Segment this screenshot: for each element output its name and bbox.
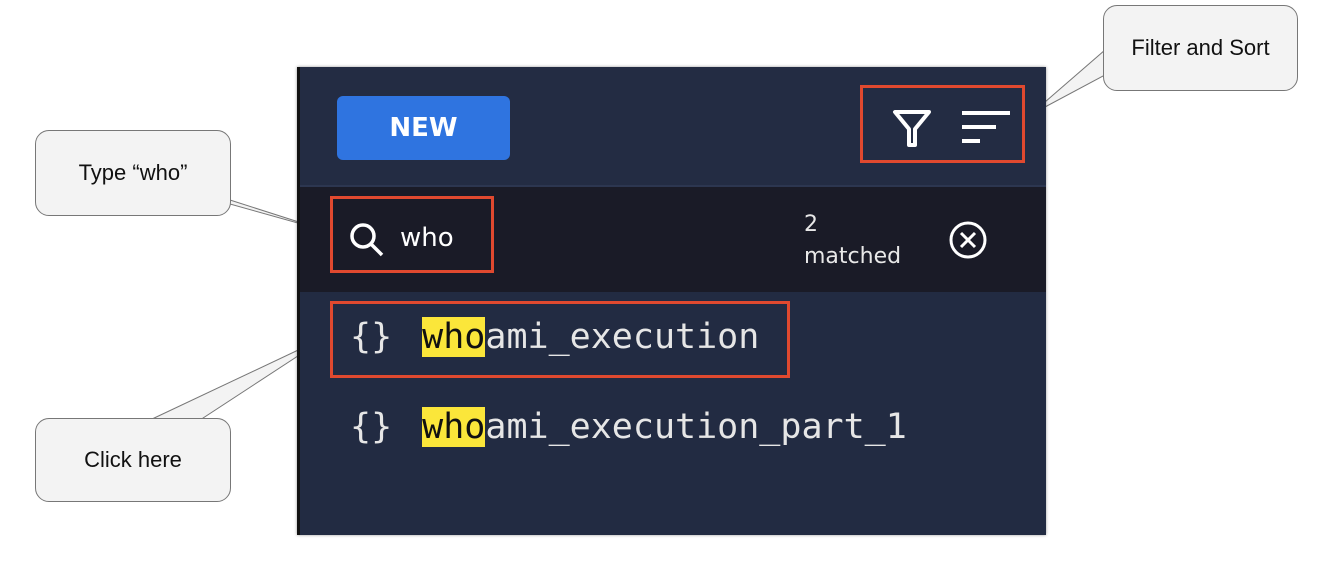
callout-type-who: Type “who” [35, 130, 231, 216]
annotation-box-item [330, 301, 790, 378]
callout-filter-sort: Filter and Sort [1103, 5, 1298, 91]
braces-icon: {} [350, 407, 393, 447]
match-count-number: 2 [804, 212, 818, 237]
match-count: 2 matched [804, 209, 901, 273]
item-label: ami_execution_part_1 [485, 407, 907, 447]
match-highlight: who [422, 407, 486, 447]
clear-search-icon[interactable] [948, 220, 988, 260]
annotation-box-search [330, 196, 494, 273]
annotation-box-filter-sort [860, 85, 1025, 163]
list-item[interactable]: {} whoami_execution_part_1 [350, 407, 907, 447]
new-button[interactable]: NEW [337, 96, 510, 160]
match-count-label: matched [804, 244, 902, 269]
callout-click-here: Click here [35, 418, 231, 502]
